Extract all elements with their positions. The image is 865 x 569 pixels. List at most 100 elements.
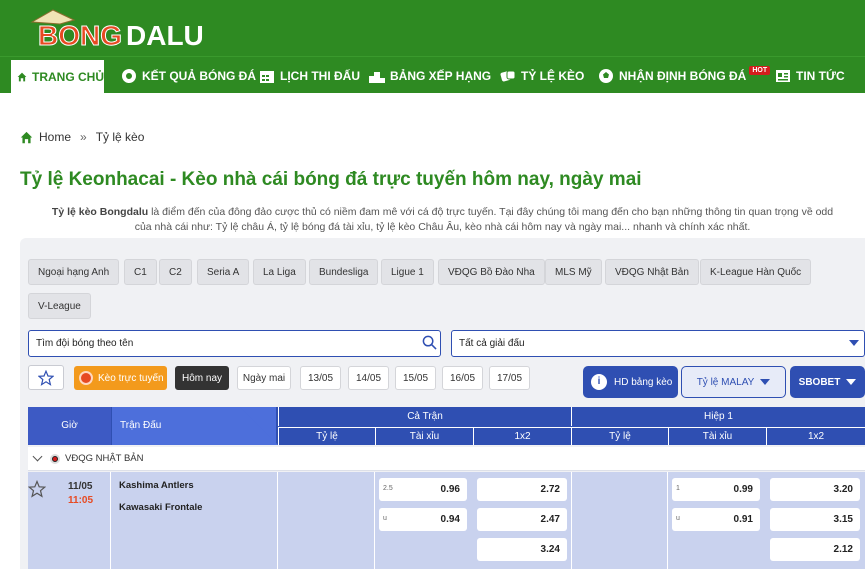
odds-line: u <box>676 515 680 522</box>
logo-dalu: DALU <box>126 20 204 51</box>
league-logo-icon <box>50 453 60 464</box>
ball-icon <box>122 68 136 83</box>
breadcrumb-current: Tỷ lệ kèo <box>95 130 145 144</box>
day-button-today[interactable]: Hôm nay <box>175 366 229 390</box>
league-chip[interactable]: Seria A <box>197 259 250 285</box>
odds-cell[interactable]: u 0.91 <box>672 508 760 531</box>
league-group-row[interactable]: VĐQG NHẬT BẢN <box>28 447 865 471</box>
live-icon <box>79 371 93 385</box>
league-chip[interactable]: V-League <box>28 293 91 319</box>
league-select-value: Tất cả giải đấu <box>459 338 525 349</box>
home-team: Kashima Antlers <box>119 480 194 491</box>
header-wedge <box>240 407 278 445</box>
odds-cell[interactable]: 2.5 0.96 <box>379 478 467 501</box>
league-group-name: VĐQG NHẬT BẢN <box>65 453 144 464</box>
day-button[interactable]: 15/05 <box>395 366 436 390</box>
match-time-cell: 11/05 11:05 <box>28 472 111 569</box>
ft-handicap-cell <box>278 472 375 569</box>
match-row: 11/05 11:05 Kashima Antlers Kawasaki Fro… <box>28 472 865 569</box>
day-button[interactable]: 17/05 <box>489 366 530 390</box>
hd-odds-button[interactable]: i HD bảng kèo <box>583 366 678 398</box>
nav-item-results[interactable]: KẾT QUẢ BÓNG ĐÁ <box>121 57 256 94</box>
nav-item-home[interactable]: TRANG CHỦ <box>11 57 104 94</box>
odds-cell[interactable]: u 0.94 <box>379 508 467 531</box>
odds-value: 3.20 <box>833 484 853 495</box>
league-chip[interactable]: MLS Mỹ <box>545 259 602 285</box>
league-select[interactable]: Tất cả giải đấu <box>451 330 865 357</box>
home-icon <box>20 131 33 143</box>
odds-value: 2.12 <box>833 544 853 555</box>
subcol-handicap-h1: Tỷ lệ <box>571 427 668 445</box>
star-icon[interactable] <box>28 480 46 498</box>
league-chip[interactable]: C2 <box>159 259 192 285</box>
odds-table-header: Giờ Trận Đấu Cả Trận Hiệp 1 Tỷ lệ Tài xỉ… <box>28 407 865 445</box>
nav-item-standings[interactable]: BẢNG XẾP HẠNG <box>369 57 491 94</box>
breadcrumb-home[interactable]: Home <box>39 130 71 144</box>
odds-format-dropdown[interactable]: Tỷ lệ MALAY <box>681 366 786 398</box>
match-teams-cell[interactable]: Kashima Antlers Kawasaki Frontale <box>112 472 278 569</box>
intro-line1: là điểm đến của đông đảo cược thủ có niề… <box>148 206 834 218</box>
logo-bong: BONG <box>38 20 123 52</box>
odds-cell[interactable]: 3.20 <box>770 478 860 501</box>
league-chip[interactable]: K-League Hàn Quốc <box>700 259 812 285</box>
group-full-match: Cả Trận <box>278 407 571 426</box>
nav-item-predictions[interactable]: NHẬN ĐỊNH BÓNG ĐÁ HOT <box>598 57 771 94</box>
favorite-button[interactable] <box>28 365 64 390</box>
subcol-1x2: 1x2 <box>473 427 571 445</box>
nav-item-odds[interactable]: TỶ LỆ KÈO <box>500 57 584 94</box>
odds-cell[interactable]: 3.15 <box>770 508 860 531</box>
group-first-half: Hiệp 1 <box>571 407 865 426</box>
subcol-overunder: Tài xỉu <box>375 427 473 445</box>
nav-label: LỊCH THI ĐẤU <box>280 68 360 83</box>
intro-line2: của nhà cái như: Tỷ lệ châu Á, tỷ lệ bón… <box>134 221 751 233</box>
nav-item-news[interactable]: TIN TỨC <box>775 57 845 94</box>
odds-cell[interactable]: 1 0.99 <box>672 478 760 501</box>
odds-value: 0.94 <box>440 514 460 525</box>
league-chip[interactable]: Ngoại hạng Anh <box>28 259 120 285</box>
subcol-1x2-h1: 1x2 <box>766 427 865 445</box>
page-title: Tỷ lệ Keonhacai - Kèo nhà cái bóng đá tr… <box>20 169 642 190</box>
chevron-down-icon <box>849 340 859 346</box>
odds-value: 3.24 <box>540 544 560 555</box>
site-logo[interactable]: BONG DALU <box>30 8 220 52</box>
bookmaker-value: SBOBET <box>798 376 841 388</box>
search-icon[interactable] <box>422 335 437 350</box>
hot-badge: HOT <box>749 66 771 75</box>
chevron-down-icon <box>846 379 857 385</box>
away-team: Kawasaki Frontale <box>119 502 203 513</box>
nav-item-schedule[interactable]: LỊCH THI ĐẤU <box>259 57 360 94</box>
bookmaker-dropdown[interactable]: SBOBET <box>790 366 865 398</box>
day-button[interactable]: 13/05 <box>300 366 341 390</box>
match-date: 11/05 <box>68 481 93 492</box>
league-chip[interactable]: Bundesliga <box>309 259 379 285</box>
league-chip[interactable]: C1 <box>124 259 157 285</box>
news-icon <box>776 69 790 82</box>
odds-line: 2.5 <box>383 485 393 492</box>
odds-cell[interactable]: 2.12 <box>770 538 860 561</box>
odds-value: 0.99 <box>733 484 753 495</box>
h1-handicap-cell <box>571 472 668 569</box>
team-search-input[interactable] <box>28 330 441 357</box>
odds-cell[interactable]: 2.47 <box>477 508 567 531</box>
chevron-down-icon <box>32 451 43 462</box>
live-odds-button[interactable]: Kèo trực tuyến <box>74 366 167 390</box>
league-chip[interactable]: VĐQG Bồ Đào Nha <box>438 259 545 285</box>
nav-label: TỶ LỆ KÈO <box>521 68 585 83</box>
league-chip[interactable]: Ligue 1 <box>381 259 434 285</box>
odds-value: 0.96 <box>440 484 460 495</box>
day-button[interactable]: 14/05 <box>348 366 389 390</box>
hd-odds-label: HD bảng kèo <box>614 376 673 388</box>
breadcrumb-separator: » <box>80 130 87 144</box>
odds-cell[interactable]: 2.72 <box>477 478 567 501</box>
league-chip[interactable]: VĐQG Nhật Bản <box>605 259 699 285</box>
day-button[interactable]: 16/05 <box>442 366 483 390</box>
odds-value: 2.72 <box>540 484 560 495</box>
football-icon <box>599 68 613 83</box>
day-button[interactable]: Ngày mai <box>237 366 291 390</box>
league-chip[interactable]: La Liga <box>253 259 306 285</box>
info-icon: i <box>591 374 607 390</box>
breadcrumb: Home » Tỷ lệ kèo <box>20 130 144 144</box>
odds-cell[interactable]: 3.24 <box>477 538 567 561</box>
nav-label: BẢNG XẾP HẠNG <box>390 68 492 83</box>
calendar-icon <box>260 70 274 83</box>
